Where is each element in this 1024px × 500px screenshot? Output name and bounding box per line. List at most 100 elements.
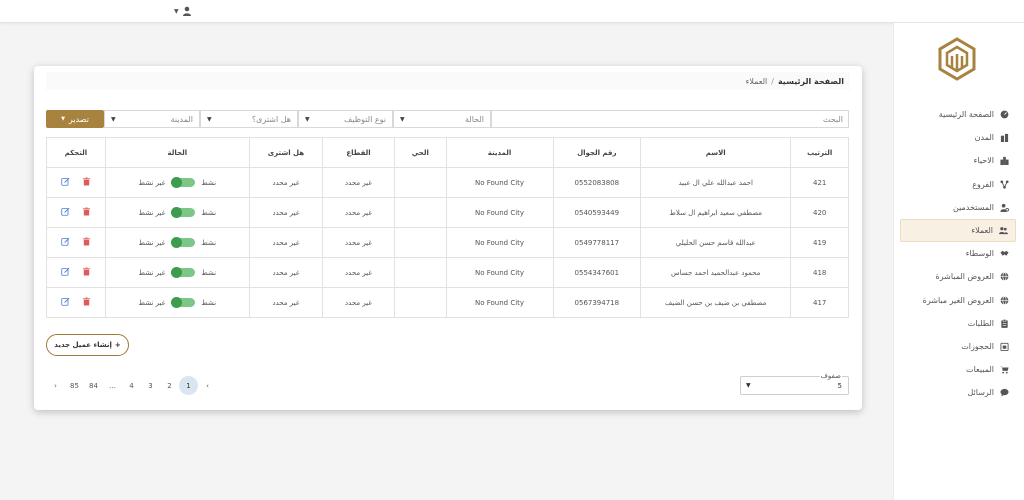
cart-icon: [999, 365, 1009, 375]
rows-per-page-select[interactable]: صفوف 5 ▼: [740, 372, 849, 395]
column-header: الترتيب: [790, 137, 849, 168]
sidebar-item-label: المدن: [974, 133, 994, 143]
edit-icon[interactable]: [61, 207, 70, 218]
sidebar-item-10[interactable]: الحجوزات: [900, 335, 1016, 358]
pagination-page[interactable]: 3: [141, 376, 160, 395]
city-filter[interactable]: ▼ المدينة: [104, 110, 200, 128]
status-switch[interactable]: [171, 207, 196, 218]
table-row: 418 محمود عبدالحميد احمد جساس 0554347601 No…: [46, 257, 849, 288]
top-bar: ▼: [0, 0, 1024, 23]
sidebar-item-5[interactable]: العملاء: [900, 218, 1016, 243]
status-cell: نشط غير نشط: [104, 287, 250, 318]
status-toggle-group: نشط غير نشط: [106, 177, 249, 188]
pagination-prev-button[interactable]: ‹: [198, 376, 217, 395]
pagination-page[interactable]: 85: [65, 376, 84, 395]
sidebar-item-0[interactable]: الصفحة الرئيسية: [900, 103, 1016, 126]
status-active-label: نشط: [201, 178, 217, 187]
status-switch[interactable]: [171, 237, 196, 248]
edit-icon[interactable]: [61, 267, 70, 278]
column-header: القطاع: [321, 137, 396, 168]
delete-icon[interactable]: [82, 297, 91, 308]
caret-down-icon: ▼: [305, 115, 310, 123]
sidebar-item-12[interactable]: الرسائل: [900, 381, 1016, 404]
sidebar-item-label: الحجوزات: [961, 341, 994, 351]
pagination: › 85 84… 4 3 2 1 ‹: [46, 376, 217, 395]
sidebar-item-label: العروض الغير مباشرة: [922, 295, 994, 305]
export-button[interactable]: ▼ تصدير: [46, 110, 104, 128]
customer-phone: 0554347601: [552, 257, 642, 288]
status-switch[interactable]: [171, 177, 196, 188]
status-cell: نشط غير نشط: [104, 257, 250, 288]
pagination-page[interactable]: 2: [160, 376, 179, 395]
edit-icon[interactable]: [61, 237, 70, 248]
handshake-icon: [999, 249, 1009, 259]
edit-icon[interactable]: [61, 297, 70, 308]
status-switch[interactable]: [171, 297, 196, 308]
dashboard-icon: [999, 110, 1009, 120]
rows-per-page-label: صفوف: [819, 372, 842, 380]
sidebar-item-8[interactable]: العروض الغير مباشرة: [900, 289, 1016, 312]
status-filter[interactable]: ▼ الحالة: [393, 110, 491, 128]
table-row: 420 مصطفي سعيد ابراهيم ال سلاط 0540593449 N…: [46, 197, 849, 228]
caret-down-icon: ▼: [174, 7, 179, 15]
customer-purchased: غير محدد: [248, 227, 323, 258]
sidebar-item-3[interactable]: الفروع: [900, 173, 1016, 196]
customers-table: الترتيب الاسم رقم الجوال المدينة الحي القطاع ه…: [46, 137, 849, 318]
actions-cell: [46, 257, 106, 288]
pagination-next-button[interactable]: ›: [46, 376, 65, 395]
delete-icon[interactable]: [82, 207, 91, 218]
sidebar-item-1[interactable]: المدن: [900, 126, 1016, 149]
sidebar-item-11[interactable]: المبيعات: [900, 358, 1016, 381]
actions-cell: [46, 287, 106, 318]
customer-district: [394, 167, 447, 198]
row-id: 420: [790, 197, 849, 228]
caret-down-icon: ▼: [207, 115, 212, 123]
edit-icon[interactable]: [61, 177, 70, 188]
status-toggle-group: نشط غير نشط: [106, 267, 249, 278]
sidebar-item-4[interactable]: المستخدمين: [900, 196, 1016, 219]
row-id: 419: [790, 227, 849, 258]
customers-card: الصفحة الرئيسية / العملاء ▼ تصدير ▼ المد…: [34, 66, 862, 410]
column-header: التحكم: [46, 137, 106, 168]
employment-filter-placeholder: نوع التوظيف: [344, 114, 386, 124]
sidebar-item-6[interactable]: الوسطاء: [900, 242, 1016, 265]
clipboard-icon: [999, 318, 1009, 328]
plus-icon: +: [114, 341, 121, 349]
delete-icon[interactable]: [82, 267, 91, 278]
status-active-label: نشط: [201, 238, 217, 247]
search-placeholder: البحث: [822, 114, 843, 124]
customer-name: مصطفي بن ضيف بن حسن الضيف: [640, 287, 792, 318]
row-id: 418: [790, 257, 849, 288]
pagination-page[interactable]: 4: [122, 376, 141, 395]
employment-filter[interactable]: ▼ نوع التوظيف: [298, 110, 393, 128]
globe-icon: [999, 272, 1009, 282]
customer-city: No Found City: [445, 227, 554, 258]
sidebar-item-7[interactable]: العروض المباشرة: [900, 265, 1016, 288]
breadcrumb-home[interactable]: الصفحة الرئيسية: [778, 77, 844, 86]
export-label: تصدير: [68, 114, 89, 124]
column-header: المدينة: [445, 137, 554, 168]
sidebar-item-9[interactable]: الطلبات: [900, 312, 1016, 335]
customer-city: No Found City: [445, 257, 554, 288]
status-switch[interactable]: [171, 267, 196, 278]
user-menu[interactable]: ▼: [174, 6, 192, 16]
pagination-page[interactable]: 84: [84, 376, 103, 395]
status-active-label: نشط: [201, 268, 217, 277]
delete-icon[interactable]: [82, 177, 91, 188]
caret-down-icon: ▼: [61, 116, 65, 122]
status-inactive-label: غير نشط: [138, 268, 166, 277]
status-inactive-label: غير نشط: [138, 208, 166, 217]
actions-cell: [46, 167, 106, 198]
actions-cell: [46, 227, 106, 258]
pagination-page[interactable]: 1: [179, 376, 198, 395]
sidebar-item-2[interactable]: الاحياء: [900, 149, 1016, 172]
customer-city: No Found City: [445, 167, 554, 198]
create-customer-button[interactable]: + إنشاء عميل جديد: [46, 334, 129, 356]
status-cell: نشط غير نشط: [104, 197, 250, 228]
breadcrumb-separator: /: [771, 76, 774, 86]
delete-icon[interactable]: [82, 237, 91, 248]
search-input[interactable]: البحث: [491, 110, 849, 128]
purchased-filter[interactable]: ▼ هل اشترى؟: [200, 110, 298, 128]
pagination-page[interactable]: …: [103, 376, 122, 395]
column-header: هل اشترى: [248, 137, 323, 168]
